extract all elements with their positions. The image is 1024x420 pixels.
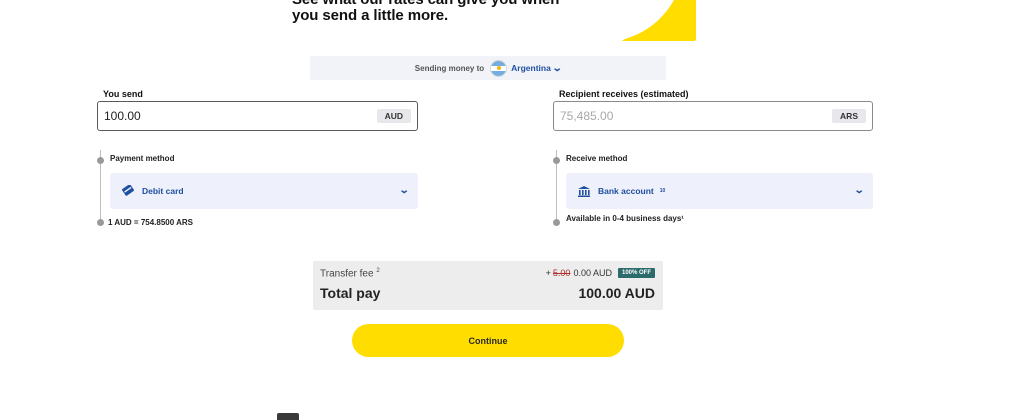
payment-method-value: Debit card (142, 186, 184, 196)
receive-method-label: Receive method (566, 154, 628, 163)
availability-rail-dot (553, 219, 560, 226)
receive-label: Recipient receives (estimated) (556, 89, 692, 99)
original-fee: 5.00 (552, 268, 571, 278)
footer-icon (277, 413, 299, 420)
payment-method-selector[interactable]: Debit card ⌄ (110, 173, 418, 209)
receive-method-selector[interactable]: Bank account 10 ⌄ (566, 173, 873, 209)
chevron-down-icon: ⌄ (398, 185, 410, 196)
destination-country: Argentina (511, 63, 551, 73)
payment-rail-dot (97, 157, 104, 164)
send-currency-selector[interactable]: AUD (376, 109, 411, 123)
receive-method-footnote: 10 (659, 188, 666, 194)
hero-headline: See what our rates can give you when you… (292, 0, 559, 24)
exchange-rate: 1 AUD = 754.8500 ARS (108, 218, 194, 227)
destination-selector[interactable]: Sending money to Argentina ⌄ (310, 56, 666, 80)
payment-method-label: Payment method (110, 154, 175, 163)
send-amount-input[interactable]: 100.00 (104, 109, 141, 123)
send-amount-field[interactable]: 100.00 AUD (97, 101, 418, 131)
fee-plus-sign: + (545, 268, 551, 278)
discount-badge: 100% OFF (617, 268, 655, 278)
hero-line-2: you send a little more. (292, 7, 449, 24)
rate-rail-dot (97, 219, 104, 226)
argentina-flag-icon (490, 59, 508, 77)
transfer-fee-label: Transfer fee 2 (320, 268, 380, 279)
transfer-fee-value: + 5.00 0.00 AUD 100% OFF (546, 268, 655, 278)
transfer-fee-footnote: 2 (376, 268, 380, 274)
transfer-fee-label-text: Transfer fee (320, 268, 374, 280)
card-icon (120, 184, 136, 198)
continue-button[interactable]: Continue (352, 324, 624, 357)
chevron-down-icon: ⌄ (853, 185, 865, 196)
total-pay-value: 100.00 AUD (578, 285, 655, 301)
hero-decoration (622, 0, 696, 41)
delivery-availability: Available in 0-4 business days¹ (566, 214, 684, 223)
fee-summary: Transfer fee 2 + 5.00 0.00 AUD 100% OFF … (313, 261, 663, 310)
destination-prefix: Sending money to (414, 63, 485, 73)
send-label: You send (100, 89, 146, 99)
receive-method-value: Bank account (598, 186, 654, 196)
receive-amount-input[interactable]: 75,485.00 (560, 109, 613, 123)
total-pay-label: Total pay (320, 285, 381, 301)
chevron-down-icon: ⌄ (551, 62, 563, 74)
receive-rail-dot (553, 157, 560, 164)
discounted-fee: 0.00 AUD (573, 268, 612, 278)
receive-currency-selector[interactable]: ARS (832, 109, 866, 123)
bank-icon (576, 184, 592, 198)
receive-amount-field[interactable]: 75,485.00 ARS (553, 101, 873, 131)
